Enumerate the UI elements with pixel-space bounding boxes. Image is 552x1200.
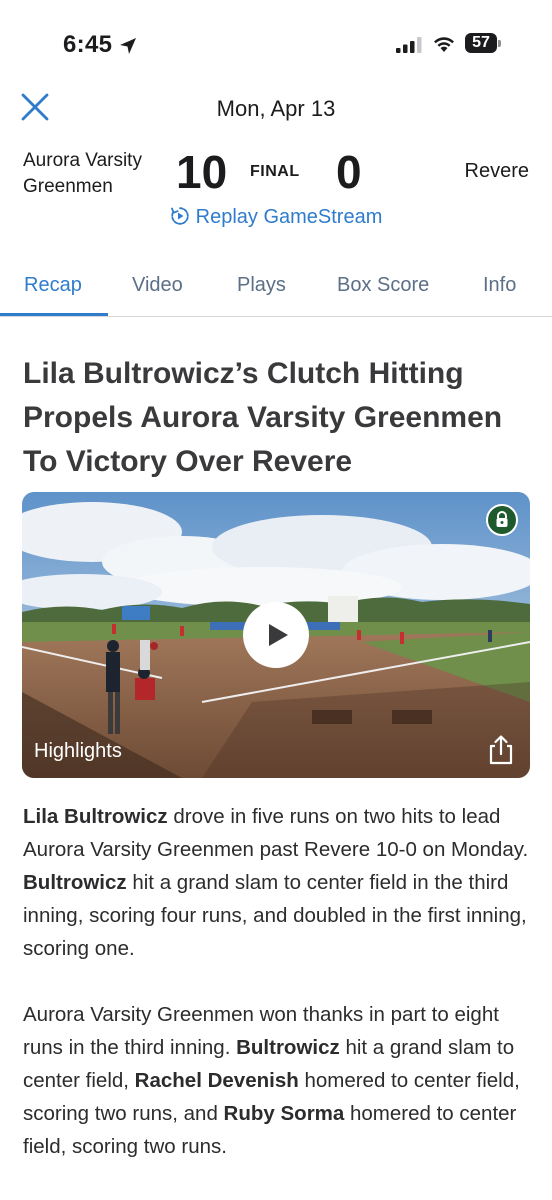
player-name: Bultrowicz [236, 1036, 340, 1059]
battery-level: 57 [472, 34, 490, 51]
wifi-icon [434, 37, 454, 52]
replay-label: Replay GameStream [195, 206, 383, 228]
home-team-name-line1: Aurora Varsity [23, 150, 142, 171]
play-button[interactable] [243, 602, 309, 668]
tab-plays[interactable]: Plays [237, 274, 286, 297]
game-date: Mon, Apr 13 [216, 96, 336, 121]
status-bar: 6:45 57 [0, 0, 552, 90]
article-headline: Lila Bultrowicz’s Clutch Hitting Propels… [23, 357, 503, 478]
video-title: Highlights [34, 740, 122, 762]
tab-recap[interactable]: Recap [24, 274, 82, 297]
tab-video[interactable]: Video [132, 274, 183, 297]
battery-icon: 57 [465, 33, 503, 55]
home-team-name[interactable]: Aurora Varsity Greenmen [23, 148, 142, 200]
player-name: Ruby Sorma [223, 1102, 345, 1125]
replay-gamestream-link[interactable]: Replay GameStream [0, 206, 552, 229]
status-time: 6:45 [63, 31, 113, 58]
cellular-signal-icon [396, 37, 422, 53]
tab-info[interactable]: Info [483, 274, 516, 297]
player-name: Bultrowicz [23, 871, 127, 894]
play-icon [269, 624, 288, 646]
lock-icon [486, 504, 518, 536]
game-status: FINAL [250, 163, 300, 180]
replay-icon [170, 207, 189, 225]
location-arrow-icon [120, 38, 136, 54]
player-name: Lila Bultrowicz [23, 805, 168, 828]
away-score: 0 [336, 146, 362, 198]
share-icon[interactable] [486, 734, 516, 766]
home-score: 10 [176, 146, 228, 198]
home-team-name-line2: Greenmen [23, 176, 113, 197]
tab-bar: Recap Video Plays Box Score Info [0, 256, 552, 317]
tab-box-score[interactable]: Box Score [337, 274, 429, 297]
recap-paragraph-1: Lila Bultrowicz drove in five runs on tw… [23, 800, 535, 965]
player-name: Rachel Devenish [134, 1069, 299, 1092]
highlights-video[interactable]: Highlights [22, 492, 530, 778]
away-team-name[interactable]: Revere [465, 160, 529, 183]
recap-paragraph-2: Aurora Varsity Greenmen won thanks in pa… [23, 998, 535, 1163]
active-tab-indicator [0, 313, 108, 316]
